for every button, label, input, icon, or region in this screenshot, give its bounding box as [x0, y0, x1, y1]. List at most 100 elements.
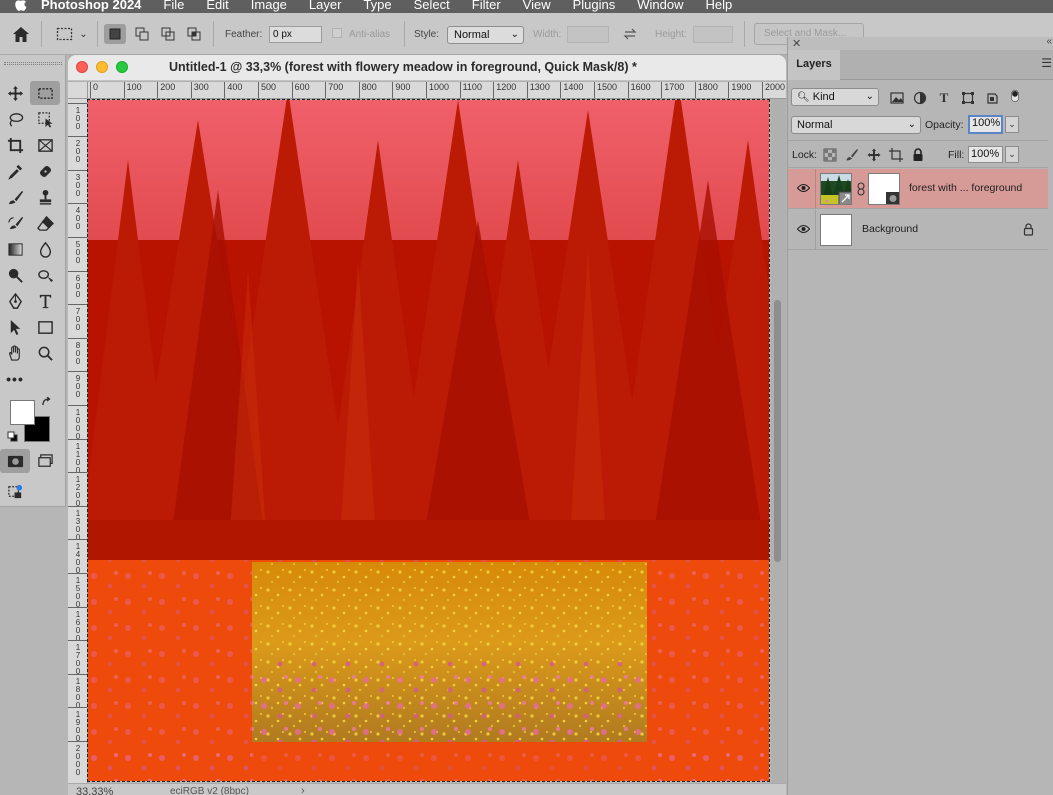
add-to-selection-button[interactable] [131, 24, 153, 44]
screen-mode-button[interactable] [30, 449, 60, 473]
history-brush-tool[interactable] [0, 211, 30, 235]
filter-smart-object-button[interactable] [984, 90, 1000, 106]
subtract-from-selection-button[interactable] [157, 24, 179, 44]
lock-transparent-pixels-button[interactable] [822, 147, 838, 163]
filter-pixel-button[interactable] [889, 90, 905, 106]
filter-type-button[interactable]: T [936, 90, 952, 106]
tool-preset-picker[interactable]: ⌄ [52, 24, 92, 44]
ruler-origin[interactable] [68, 82, 88, 99]
pen-tool[interactable] [0, 289, 30, 313]
quick-mask-mode-button[interactable] [0, 449, 30, 473]
type-tool[interactable] [30, 289, 60, 313]
chevron-right-icon[interactable]: › [301, 785, 305, 795]
filter-kind-dropdown[interactable]: 🔍︎ Kind ⌄ [791, 88, 879, 106]
eye-icon[interactable] [797, 224, 810, 234]
collapse-panel-icon[interactable]: « [1046, 36, 1052, 47]
close-panel-icon[interactable]: ✕ [792, 37, 801, 50]
home-button[interactable] [10, 24, 32, 44]
filter-shape-button[interactable] [960, 90, 976, 106]
opacity-input[interactable]: 100% [968, 115, 1003, 134]
width-input[interactable] [567, 26, 609, 43]
menu-file[interactable]: File [163, 0, 184, 12]
smudge-tool[interactable] [30, 263, 60, 287]
default-colors-icon[interactable] [7, 431, 18, 442]
app-name[interactable]: Photoshop 2024 [41, 0, 141, 12]
lasso-tool[interactable] [0, 107, 30, 131]
layer-name[interactable]: Background [862, 223, 918, 235]
layer-mask-thumbnail[interactable] [868, 173, 900, 205]
menu-edit[interactable]: Edit [206, 0, 228, 12]
panel-menu-icon[interactable]: ☰ [1041, 56, 1052, 70]
zoom-level[interactable]: 33.33% [76, 786, 113, 795]
eraser-tool[interactable] [30, 211, 60, 235]
layer-row-background[interactable]: Background [788, 210, 1048, 250]
ellipsis-icon: ••• [6, 371, 24, 387]
style-dropdown[interactable]: Normal ⌄ [447, 26, 524, 44]
vertical-scrollbar[interactable] [774, 300, 781, 562]
more-tools-button[interactable]: ••• [0, 367, 30, 391]
canvas-area[interactable] [87, 99, 771, 783]
document-canvas[interactable] [87, 99, 770, 782]
lock-image-pixels-button[interactable] [844, 147, 860, 163]
height-input[interactable] [693, 26, 733, 43]
foreground-color-swatch[interactable] [10, 400, 35, 425]
vertical-ruler[interactable]: 1 0 0 2 0 0 3 0 0 4 0 0 5 0 0 6 0 0 7 0 0 8 0 0… [68, 99, 88, 783]
move-tool[interactable] [0, 81, 30, 105]
minimize-window-button[interactable] [96, 61, 108, 73]
menu-filter[interactable]: Filter [472, 0, 501, 12]
filter-adjustment-button[interactable] [912, 90, 928, 106]
menu-select[interactable]: Select [414, 0, 450, 12]
clone-stamp-tool[interactable] [30, 185, 60, 209]
panel-grip[interactable] [4, 62, 62, 65]
rectangle-tool[interactable] [30, 315, 60, 339]
blur-tool[interactable] [30, 237, 60, 261]
opacity-dropdown-button[interactable]: ⌄ [1005, 116, 1019, 133]
zoom-tool[interactable] [30, 341, 60, 365]
apple-logo-icon[interactable] [14, 0, 27, 11]
eyedropper-tool[interactable] [0, 159, 30, 183]
spot-healing-tool[interactable] [30, 159, 60, 183]
anti-alias-checkbox[interactable] [332, 28, 342, 38]
zoom-window-button[interactable] [116, 61, 128, 73]
edit-toolbar-button[interactable] [0, 479, 30, 503]
marquee-tool[interactable] [30, 81, 60, 105]
menu-help[interactable]: Help [706, 0, 733, 12]
swap-width-height-button[interactable] [619, 24, 641, 44]
tab-layers[interactable]: Layers [788, 50, 840, 80]
layer-thumbnail[interactable] [820, 214, 852, 246]
intersect-selection-button[interactable] [183, 24, 205, 44]
menu-view[interactable]: View [523, 0, 551, 12]
filter-toggle-switch[interactable] [1007, 88, 1023, 104]
gradient-icon [7, 242, 23, 256]
menu-image[interactable]: Image [251, 0, 287, 12]
crop-tool[interactable] [0, 133, 30, 157]
layer-thumbnail[interactable] [820, 173, 852, 205]
dodge-tool[interactable] [0, 263, 30, 287]
gradient-tool[interactable] [0, 237, 30, 261]
link-chain-icon[interactable] [857, 182, 865, 196]
hand-tool[interactable] [0, 341, 30, 365]
menu-plugins[interactable]: Plugins [573, 0, 616, 12]
lock-artboard-button[interactable] [888, 147, 904, 163]
blend-mode-dropdown[interactable]: Normal ⌄ [791, 116, 921, 134]
layer-name[interactable]: forest with ... foreground [909, 182, 1022, 194]
lock-all-button[interactable] [910, 147, 926, 163]
horizontal-ruler[interactable]: 0 100 200 300 400 500 600 700 800 900 1000 1100 1200… [88, 82, 786, 99]
document-titlebar[interactable]: Untitled-1 @ 33,3% (forest with flowery … [68, 55, 786, 81]
frame-tool[interactable] [30, 133, 60, 157]
brush-tool[interactable] [0, 185, 30, 209]
lock-position-button[interactable] [866, 147, 882, 163]
swap-colors-icon[interactable] [41, 397, 53, 409]
path-selection-tool[interactable] [0, 315, 30, 339]
menu-layer[interactable]: Layer [309, 0, 342, 12]
eye-icon[interactable] [797, 183, 810, 193]
menu-window[interactable]: Window [637, 0, 683, 12]
object-selection-tool[interactable] [30, 107, 60, 131]
fill-dropdown-button[interactable]: ⌄ [1005, 146, 1019, 163]
close-window-button[interactable] [76, 61, 88, 73]
feather-input[interactable]: 0 px [269, 26, 322, 43]
menu-type[interactable]: Type [363, 0, 391, 12]
layer-row-forest[interactable]: forest with ... foreground [788, 169, 1048, 209]
fill-input[interactable]: 100% [968, 146, 1003, 163]
new-selection-button[interactable] [104, 24, 126, 44]
